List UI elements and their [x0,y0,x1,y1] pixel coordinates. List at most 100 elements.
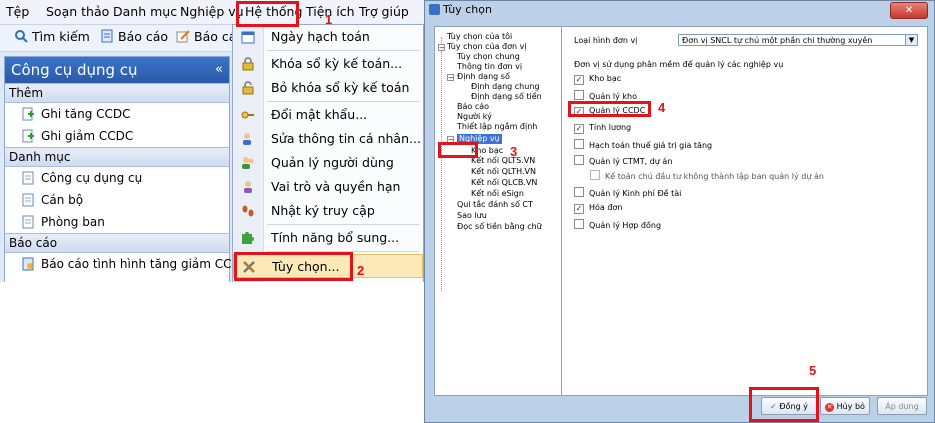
nav-item-staff[interactable]: Cán bộ [5,189,229,211]
checkbox-vat[interactable]: Hạch toán thuế giá trị gia tăng [574,139,712,150]
tree-node-general[interactable]: Tùy chọn chung [457,52,520,62]
checkbox-box[interactable]: ✓ [574,124,584,134]
tree-node-my-options[interactable]: Tùy chọn của tôi [447,32,512,42]
puzzle-icon [241,231,255,245]
annotation-number-2: 2 [357,263,365,278]
checkbox-payroll[interactable]: ✓ Tính lương [574,123,631,134]
checkbox-treasury[interactable]: ✓ Kho bạc [574,74,621,85]
checkbox-box[interactable] [574,90,584,100]
checkbox-box[interactable] [590,170,600,180]
tree-node-unit-options[interactable]: Tùy chọn của đơn vị [447,42,527,52]
nav-item-decrease-ccdc[interactable]: Ghi giảm CCDC [5,125,229,147]
menu-item-change-password[interactable]: Đổi mật khẩu... [233,103,423,127]
tree-node-qlth[interactable]: Kết nối QLTH.VN [471,167,536,177]
options-content: Loại hình đơn vị Đơn vị SNCL tự chủ một … [561,26,928,396]
checkbox-label: Quản lý Hợp đồng [589,221,662,230]
tree-node-backup[interactable]: Sao lưu [457,211,487,221]
annotation-box-3 [438,142,478,158]
menu-item-label: Quản lý người dùng [271,155,394,170]
menu-item-posting-date[interactable]: Ngày hạch toán [233,25,423,49]
footprints-icon [241,204,255,218]
apply-label: Áp dụng [885,402,919,411]
tree-node-number-format[interactable]: Định dạng số [457,72,510,82]
annotation-number-4: 4 [658,100,666,115]
tree-node-signers[interactable]: Người ký [457,112,492,122]
dialog-title: Tùy chọn [443,3,492,16]
tree-node-reports[interactable]: Báo cáo [457,102,489,112]
checkbox-box[interactable] [574,187,584,197]
menu-separator [267,224,419,225]
menu-separator [267,101,419,102]
tree-node-qlts[interactable]: Kết nối QLTS.VN [471,156,535,166]
menu-bar: Tệp Soạn thảo Danh mục Nghiệp vụ Hệ thốn… [0,0,425,25]
checkbox-projects[interactable]: Quản lý CTMT, dự án [574,155,672,166]
tree-node-amount-in-words[interactable]: Đọc số tiền bằng chữ [457,222,542,232]
chevron-down-icon[interactable]: ▼ [905,35,917,45]
menu-item-label: Tính năng bổ sung... [271,230,400,245]
menu-help[interactable]: Trợ giúp [359,4,409,19]
unlock-icon [241,81,255,95]
unit-type-label: Loại hình đơn vị [574,36,638,45]
checkbox-box[interactable] [574,155,584,165]
panel-title-text: Công cụ dụng cụ [11,61,138,79]
checkbox-inventory[interactable]: Quản lý kho [574,90,637,101]
search-button[interactable]: Tìm kiếm [14,29,90,44]
checkbox-investor-accounting[interactable]: Kế toán chủ đầu tư không thành lập ban q… [590,170,824,181]
tree-node-amount-format[interactable]: Định dạng số tiền [471,92,542,102]
annotation-number-5: 5 [809,363,817,378]
document-icon [21,214,35,229]
menu-item-lock-period[interactable]: Khóa sổ kỳ kế toán... [233,52,423,76]
cancel-button[interactable]: ✕ Hủy bỏ [820,397,870,415]
menu-item-edit-profile[interactable]: Sửa thông tin cá nhân... [233,127,423,151]
tree-node-qlcb[interactable]: Kết nối QLCB.VN [471,178,537,188]
checkbox-box[interactable] [574,139,584,149]
report-button[interactable]: Báo cáo [100,29,168,44]
section-header-catalog[interactable]: Danh mục [5,147,229,167]
menu-item-roles[interactable]: Vai trò và quyền hạn [233,175,423,199]
close-button[interactable]: ✕ [890,2,928,19]
menu-item-manage-users[interactable]: Quản lý người dùng [233,151,423,175]
menu-item-addons[interactable]: Tính năng bổ sung... [233,226,423,250]
nav-item-tools[interactable]: Công cụ dụng cụ [5,167,229,189]
checkbox-research-funds[interactable]: Quản lý Kinh phí Đề tài [574,187,681,198]
nav-item-department[interactable]: Phòng ban [5,211,229,233]
annotation-box-2 [234,252,353,281]
annotation-box-5 [749,387,819,422]
menu-item-unlock-period[interactable]: Bỏ khóa sổ kỳ kế toán [233,76,423,100]
search-label: Tìm kiếm [32,29,90,44]
nav-item-increase-ccdc[interactable]: Ghi tăng CCDC [5,103,229,125]
user-edit-icon [241,132,255,146]
apply-button[interactable]: Áp dụng [877,397,927,415]
document-icon [21,192,35,207]
checkbox-invoices[interactable]: ✓ Hóa đơn [574,203,622,214]
role-icon [241,180,255,194]
menu-file[interactable]: Tệp [6,4,29,19]
search-icon [14,29,28,43]
annotation-box-4 [568,101,651,117]
tree-node-esign[interactable]: Kết nối eSign [471,189,524,199]
collapse-button[interactable]: « [215,57,223,83]
tree-node-numbering-rules[interactable]: Qui tắc đánh số CT [457,200,533,210]
section-header-add[interactable]: Thêm [5,83,229,103]
menu-item-access-log[interactable]: Nhật ký truy cập [233,199,423,223]
section-header-reports[interactable]: Báo cáo [5,233,229,253]
checkbox-box[interactable] [574,219,584,229]
checkbox-contracts[interactable]: Quản lý Hợp đồng [574,219,661,230]
unit-type-select[interactable]: Đơn vị SNCL tự chủ một phần chi thường x… [678,34,918,46]
tree-expander[interactable]: − [438,44,445,52]
tree-node-defaults[interactable]: Thiết lập ngầm định [457,122,537,132]
cancel-label: Hủy bỏ [836,402,865,411]
menu-edit[interactable]: Soạn thảo [46,4,109,19]
menu-operations[interactable]: Nghiệp vụ [180,4,244,19]
panel-title: Công cụ dụng cụ « [5,57,229,83]
menu-catalog[interactable]: Danh mục [113,4,177,19]
tree-expander[interactable]: − [447,74,454,82]
tree-node-general-format[interactable]: Định dạng chung [471,82,539,92]
users-icon [241,156,255,170]
nav-item-ccdc-report[interactable]: Báo cáo tình hình tăng giảm CCDC [5,253,249,275]
tree-node-unit-info[interactable]: Thông tin đơn vị [457,62,522,72]
checkbox-box[interactable]: ✓ [574,75,584,85]
menu-item-label: Bỏ khóa sổ kỳ kế toán [271,80,410,95]
menu-item-label: Đổi mật khẩu... [271,107,368,122]
checkbox-box[interactable]: ✓ [574,204,584,214]
